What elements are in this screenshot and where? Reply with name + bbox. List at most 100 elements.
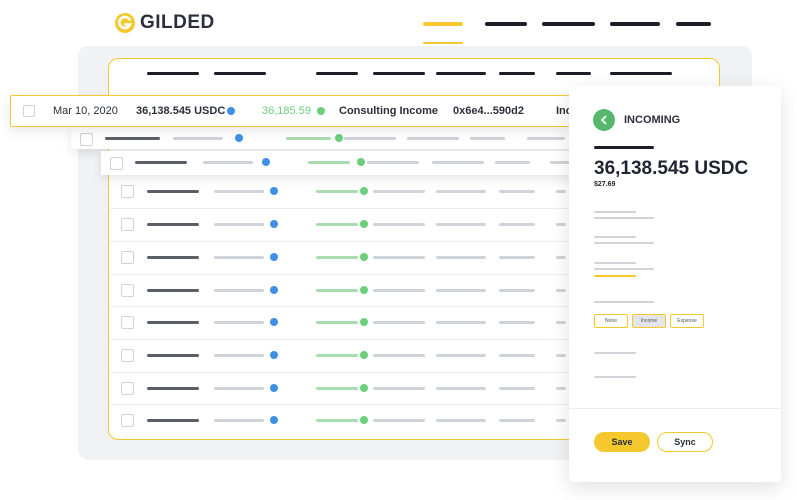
status-dot-icon (360, 187, 368, 195)
status-dot-icon (357, 158, 365, 166)
row-placeholder-text (286, 137, 331, 140)
status-dot-icon (317, 107, 325, 115)
row-checkbox[interactable] (121, 218, 134, 231)
row-checkbox[interactable] (23, 105, 35, 117)
row-checkbox[interactable] (121, 316, 134, 329)
row-placeholder-text (556, 289, 566, 292)
row-placeholder-text (214, 387, 264, 390)
field-value[interactable] (594, 268, 654, 270)
row-placeholder-text (214, 256, 264, 259)
nav-item-2[interactable] (485, 22, 527, 26)
row-placeholder-text (556, 256, 566, 259)
row-placeholder-text (214, 190, 264, 193)
gilded-logo-icon (115, 13, 135, 33)
table-row-selected[interactable]: Mar 10, 2020 36,138.545 USDC 36,185.59 C… (10, 95, 572, 127)
row-checkbox[interactable] (110, 157, 123, 170)
brand-logo[interactable]: GILDED (114, 12, 215, 34)
row-placeholder-text (147, 387, 199, 390)
row-placeholder-text (214, 223, 264, 226)
row-placeholder-text (436, 223, 486, 226)
row-date: Mar 10, 2020 (53, 105, 118, 117)
row-checkbox[interactable] (121, 349, 134, 362)
row-placeholder-text (373, 354, 425, 357)
row-placeholder-text (470, 137, 505, 140)
row-placeholder-text (147, 223, 199, 226)
row-placeholder-text (316, 289, 358, 292)
nav-item-4[interactable] (610, 22, 660, 26)
status-dot-icon (270, 187, 278, 195)
field-label (594, 301, 654, 303)
row-placeholder-text (147, 190, 199, 193)
column-header[interactable] (373, 72, 425, 75)
row-placeholder-text (495, 161, 530, 164)
row-amount: 36,138.545 USDC (136, 105, 226, 117)
nav-active-underline (423, 42, 463, 44)
row-placeholder-text (373, 289, 425, 292)
save-button[interactable]: Save (594, 432, 650, 452)
row-placeholder-text (499, 289, 535, 292)
title-underline (594, 146, 654, 149)
column-header[interactable] (499, 72, 535, 75)
back-button[interactable] (593, 109, 615, 131)
status-dot-icon (227, 107, 235, 115)
row-placeholder-text (436, 289, 486, 292)
row-placeholder-text (316, 354, 358, 357)
row-placeholder-text (214, 354, 264, 357)
row-checkbox[interactable] (80, 133, 93, 146)
row-placeholder-text (436, 354, 486, 357)
row-placeholder-text (499, 256, 535, 259)
row-placeholder-text (316, 321, 358, 324)
status-dot-icon (270, 384, 278, 392)
row-placeholder-text (316, 419, 358, 422)
row-placeholder-text (367, 161, 419, 164)
column-header[interactable] (214, 72, 266, 75)
row-placeholder-text (344, 137, 396, 140)
row-placeholder-text (316, 387, 358, 390)
row-placeholder-text (499, 419, 535, 422)
row-placeholder-text (436, 190, 486, 193)
status-dot-icon (270, 253, 278, 261)
nav-item-3[interactable] (542, 22, 595, 26)
nav-item-5[interactable] (676, 22, 711, 26)
row-placeholder-text (499, 387, 535, 390)
row-placeholder-text (432, 161, 484, 164)
row-placeholder-text (556, 321, 566, 324)
row-placeholder-text (105, 137, 160, 140)
field-label (594, 262, 636, 264)
sync-button[interactable]: Sync (657, 432, 713, 452)
row-checkbox[interactable] (121, 284, 134, 297)
row-placeholder-text (173, 137, 223, 140)
column-header[interactable] (610, 72, 672, 75)
status-dot-icon (360, 351, 368, 359)
status-dot-icon (360, 416, 368, 424)
status-dot-icon (360, 220, 368, 228)
row-placeholder-text (135, 161, 187, 164)
row-placeholder-text (556, 419, 566, 422)
status-dot-icon (360, 318, 368, 326)
row-placeholder-text (214, 289, 264, 292)
column-header[interactable] (147, 72, 199, 75)
row-checkbox[interactable] (121, 382, 134, 395)
row-placeholder-text (436, 387, 486, 390)
column-header[interactable] (556, 72, 591, 75)
tag-expense[interactable]: Expense (670, 314, 704, 328)
tag-none[interactable]: None (594, 314, 628, 328)
nav-item-1[interactable] (423, 22, 463, 26)
row-checkbox[interactable] (121, 251, 134, 264)
status-dot-icon (360, 384, 368, 392)
row-placeholder-text (499, 190, 535, 193)
row-placeholder-text (373, 419, 425, 422)
column-header[interactable] (316, 72, 358, 75)
column-header[interactable] (436, 72, 486, 75)
row-placeholder-text (373, 190, 425, 193)
status-dot-icon (270, 220, 278, 228)
tag-income[interactable]: Income (632, 314, 666, 328)
row-checkbox[interactable] (121, 414, 134, 427)
status-dot-icon (270, 351, 278, 359)
row-checkbox[interactable] (121, 185, 134, 198)
row-placeholder-text (436, 256, 486, 259)
status-dot-icon (360, 253, 368, 261)
status-dot-icon (270, 286, 278, 294)
field-focus-underline (594, 275, 636, 277)
field-label (594, 236, 636, 238)
